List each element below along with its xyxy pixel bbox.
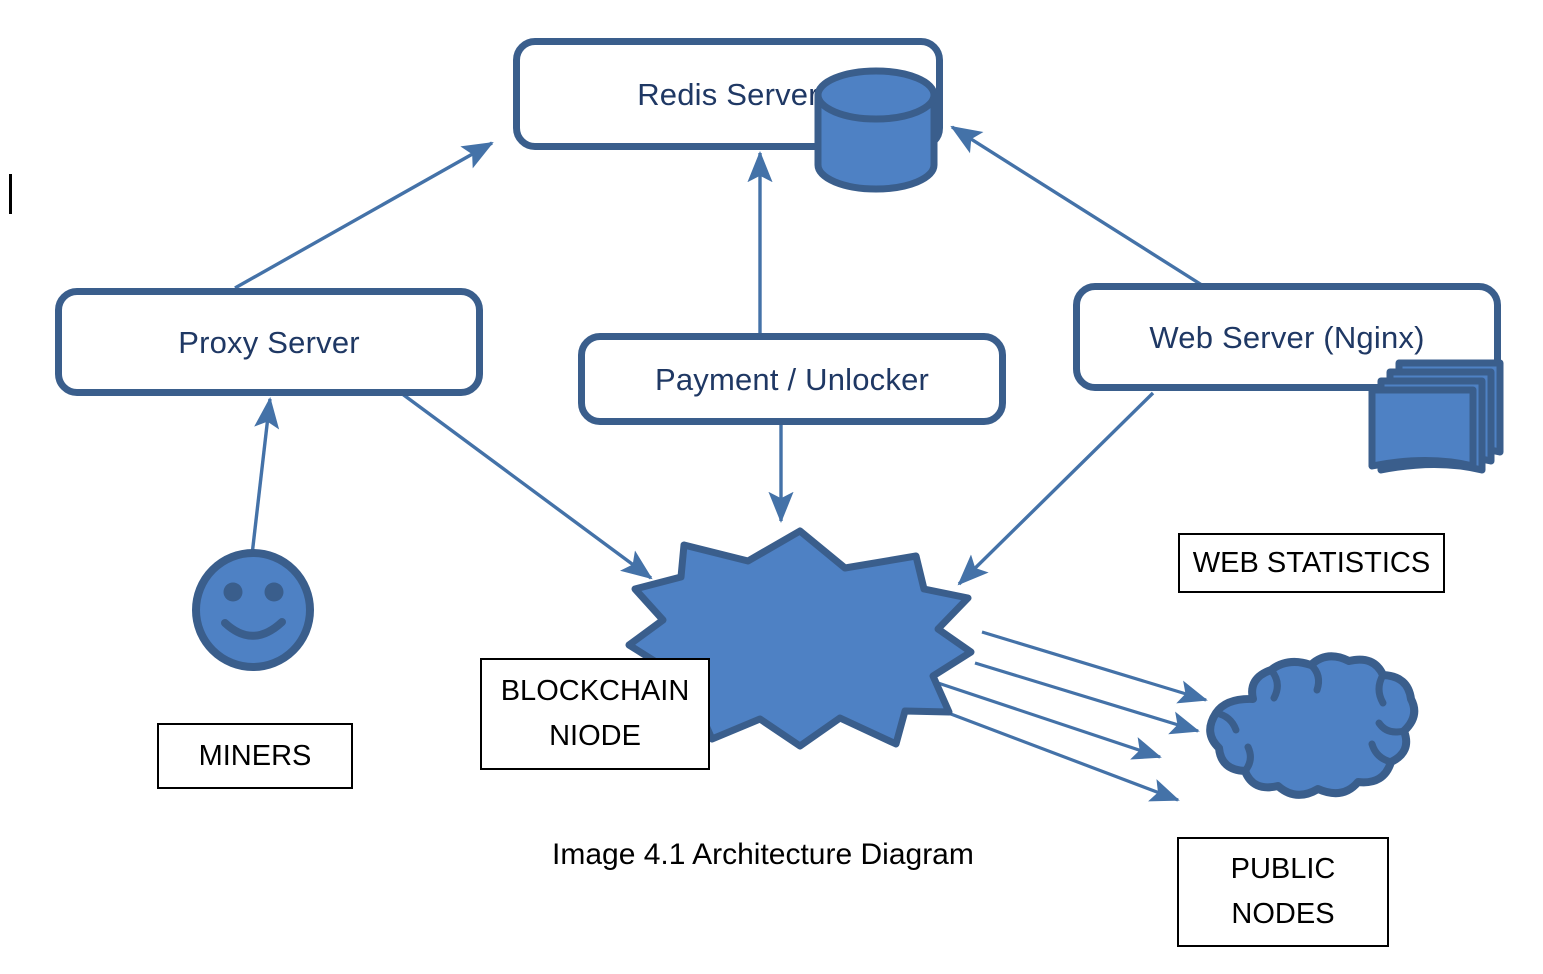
label-public-nodes-line2: NODES — [1231, 898, 1335, 930]
database-cylinder-icon[interactable] — [814, 67, 938, 193]
label-web-statistics: WEB STATISTICS — [1178, 533, 1445, 593]
label-web-statistics-line1: WEB STATISTICS — [1192, 546, 1431, 579]
stacked-documents-icon[interactable] — [1368, 359, 1504, 474]
architecture-diagram-canvas: Redis Server Proxy Server Payment / Unlo… — [0, 0, 1543, 974]
label-miners-line1: MINERS — [198, 739, 312, 772]
text-cursor-tick — [9, 174, 12, 214]
label-miners: MINERS — [157, 723, 353, 789]
label-public-nodes-line1: PUBLIC — [1230, 853, 1336, 886]
box-icon-layer — [814, 67, 1504, 474]
label-blockchain-node-line2: NIODE — [549, 720, 641, 752]
figure-caption: Image 4.1 Architecture Diagram — [552, 838, 974, 871]
label-public-nodes: PUBLIC NODES — [1177, 837, 1389, 947]
label-blockchain-node-line1: BLOCKCHAIN — [500, 675, 690, 708]
label-blockchain-node: BLOCKCHAIN NIODE — [480, 658, 710, 770]
